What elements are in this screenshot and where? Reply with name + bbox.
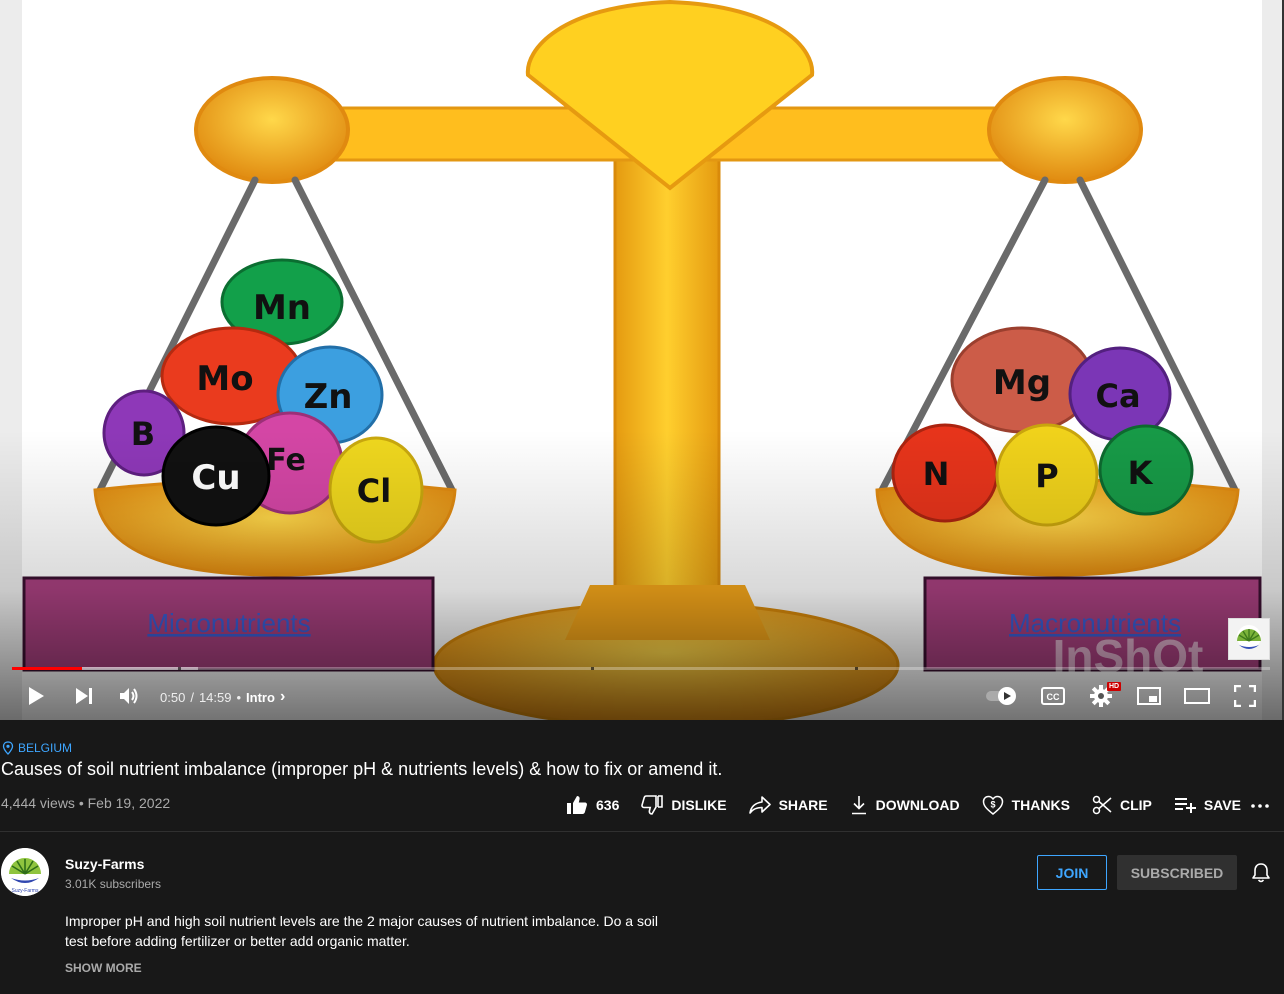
ball-label-ca: Ca: [1095, 377, 1140, 415]
action-bar: 636 DISLIKE SHARE DOWNLOAD $ THANKS CLIP: [566, 794, 1263, 816]
notification-bell-button[interactable]: [1250, 862, 1272, 889]
mute-button[interactable]: [116, 682, 144, 710]
volume-icon: [120, 688, 138, 704]
show-more-button[interactable]: SHOW MORE: [65, 961, 142, 975]
theater-mode-button[interactable]: [1182, 682, 1212, 710]
playlist-add-icon: [1174, 798, 1196, 813]
download-icon: [851, 796, 866, 815]
video-player[interactable]: Mn Mo Zn B Fe Cu Cl Mg Ca N P K Micronut…: [0, 0, 1284, 720]
bell-icon: [1252, 863, 1270, 883]
svg-text:$: $: [990, 800, 995, 810]
chapter-marker: [855, 667, 858, 670]
play-button[interactable]: [22, 682, 50, 710]
subscriber-count: 3.01K subscribers: [65, 877, 162, 891]
more-actions-button[interactable]: [1250, 795, 1270, 820]
cc-icon: CC: [1041, 687, 1065, 705]
duration: 14:59: [198, 689, 232, 705]
ball-label-b: B: [131, 415, 155, 453]
progress-played: [12, 667, 83, 670]
cc-text: CC: [1047, 692, 1060, 702]
share-label: SHARE: [778, 797, 828, 813]
time-separator: /: [190, 689, 194, 705]
more-horizontal-icon: [1251, 804, 1269, 808]
next-icon: [76, 688, 92, 704]
fullscreen-icon: [1234, 685, 1256, 707]
save-label: SAVE: [1203, 797, 1241, 813]
channel-logo-icon: [1237, 625, 1261, 649]
ball-label-n: N: [923, 455, 950, 493]
progress-bar[interactable]: [12, 667, 1270, 670]
location-tag[interactable]: BELGIUM: [2, 741, 72, 755]
thanks-label: THANKS: [1011, 797, 1070, 813]
miniplayer-button[interactable]: [1135, 682, 1163, 710]
thumbs-down-icon: [641, 795, 664, 815]
channel-watermark[interactable]: [1228, 618, 1270, 660]
fullscreen-button[interactable]: [1231, 682, 1259, 710]
next-button[interactable]: [70, 682, 98, 710]
video-frame: Mn Mo Zn B Fe Cu Cl Mg Ca N P K Micronut…: [0, 0, 1282, 720]
chapter-title[interactable]: Intro: [246, 690, 275, 705]
section-divider: [0, 831, 1284, 832]
channel-avatar[interactable]: Suzy-Farms: [1, 848, 49, 896]
time-display: 0:50 / 14:59 • Intro ›: [160, 688, 285, 706]
thumbs-up-icon: [567, 796, 587, 814]
subscribed-button[interactable]: SUBSCRIBED: [1117, 855, 1237, 890]
ball-label-mo: Mo: [196, 359, 253, 399]
video-title: Causes of soil nutrient imbalance (impro…: [1, 759, 723, 779]
location-label[interactable]: BELGIUM: [18, 741, 72, 755]
like-count: 636: [596, 797, 620, 813]
chapter-chevron-icon[interactable]: ›: [280, 688, 285, 706]
ball-label-k: K: [1128, 454, 1154, 492]
chapter-marker: [591, 667, 594, 670]
clip-button[interactable]: CLIP: [1092, 794, 1152, 816]
share-button[interactable]: SHARE: [748, 794, 828, 816]
dislike-label: DISLIKE: [671, 797, 727, 813]
video-description: Improper pH and high soil nutrient level…: [65, 913, 658, 949]
ball-label-p: P: [1035, 457, 1058, 495]
download-button[interactable]: DOWNLOAD: [850, 794, 960, 816]
current-time: 0:50: [160, 689, 186, 705]
micronutrients-label: Micronutrients: [147, 608, 310, 638]
ball-label-cl: Cl: [357, 472, 391, 510]
chapter-marker: [178, 667, 181, 670]
clip-label: CLIP: [1119, 797, 1152, 813]
ball-label-mn: Mn: [253, 288, 311, 328]
ball-label-cu: Cu: [191, 458, 240, 498]
ball-label-mg: Mg: [993, 363, 1051, 403]
share-icon: [748, 796, 771, 814]
miniplayer-icon: [1137, 687, 1161, 705]
like-button[interactable]: 636: [566, 794, 619, 816]
download-label: DOWNLOAD: [875, 797, 960, 813]
thanks-heart-icon: $: [982, 795, 1003, 815]
autoplay-toggle-icon: [986, 687, 1016, 705]
ball-label-fe: Fe: [266, 443, 306, 478]
dislike-button[interactable]: DISLIKE: [641, 794, 727, 816]
avatar-text: Suzy-Farms: [12, 888, 39, 894]
subtitles-button[interactable]: CC: [1038, 683, 1068, 709]
join-button[interactable]: JOIN: [1037, 855, 1107, 890]
play-icon: [29, 687, 44, 705]
channel-name[interactable]: Suzy-Farms: [65, 856, 144, 872]
thanks-button[interactable]: $ THANKS: [982, 794, 1070, 816]
theater-icon: [1184, 688, 1210, 704]
upload-date: Feb 19, 2022: [87, 795, 171, 811]
location-pin-icon: [2, 741, 14, 755]
chapter-dot: •: [236, 689, 242, 705]
meta-dot: •: [78, 795, 84, 811]
scissors-icon: [1092, 795, 1112, 815]
inshot-watermark: InShOt: [1053, 630, 1204, 682]
autoplay-toggle[interactable]: [984, 684, 1020, 708]
hd-badge: HD: [1107, 682, 1122, 691]
channel-avatar-logo-icon: Suzy-Farms: [1, 848, 49, 896]
ball-label-zn: Zn: [304, 377, 353, 417]
video-meta: 4,444 views • Feb 19, 2022: [1, 795, 170, 811]
save-button[interactable]: SAVE: [1174, 794, 1241, 816]
view-count: 4,444 views: [1, 795, 75, 811]
